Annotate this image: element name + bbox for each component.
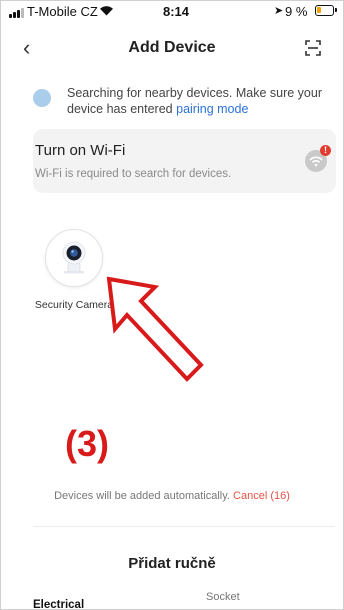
category-electrical[interactable]: Electrical [33,599,84,609]
battery-icon [315,5,337,16]
manual-add-title: Přidat ručně [128,555,216,572]
scan-icon[interactable] [305,40,321,56]
searching-message: Searching for nearby devices. Make sure … [67,85,343,117]
signal-icon [9,8,24,18]
location-icon: ➤ [274,5,284,17]
alert-badge-icon: ! [320,145,331,156]
status-bar: T-Mobile CZ 8:14 ➤ 9 % [1,1,343,23]
wifi-card-subtitle: Wi-Fi is required to search for devices. [35,168,232,180]
category-socket[interactable]: Socket [206,591,240,603]
clock: 8:14 [163,4,190,19]
add-device-screen: T-Mobile CZ 8:14 ➤ 9 % ‹ Add Device Sear… [0,0,344,610]
wifi-card[interactable]: Turn on Wi-Fi Wi-Fi is required to searc… [33,129,336,193]
page-title: Add Device [128,39,216,56]
auto-add-text: Devices will be added automatically. [54,490,230,502]
carrier-name: T-Mobile CZ [27,4,98,19]
wifi-card-title: Turn on Wi-Fi [35,142,126,159]
cancel-button[interactable]: Cancel (16) [233,490,290,502]
annotation-step-label: (3) [65,423,109,464]
auto-add-note: Devices will be added automatically. Can… [1,490,343,502]
searching-spinner-icon [33,89,51,107]
divider [33,526,335,527]
security-camera-icon [45,229,103,287]
pairing-mode-link[interactable]: pairing mode [176,102,248,116]
device-security-camera[interactable]: Security Camera [35,229,113,311]
wifi-icon [99,4,114,19]
battery-level [317,7,321,13]
annotation-arrow-icon [106,276,204,382]
wifi-card-text: Turn on Wi-Fi Wi-Fi is required to searc… [35,129,305,193]
battery-percent: 9 % [285,4,308,19]
battery-nub [335,8,337,12]
navigation-bar: ‹ Add Device [1,27,343,67]
